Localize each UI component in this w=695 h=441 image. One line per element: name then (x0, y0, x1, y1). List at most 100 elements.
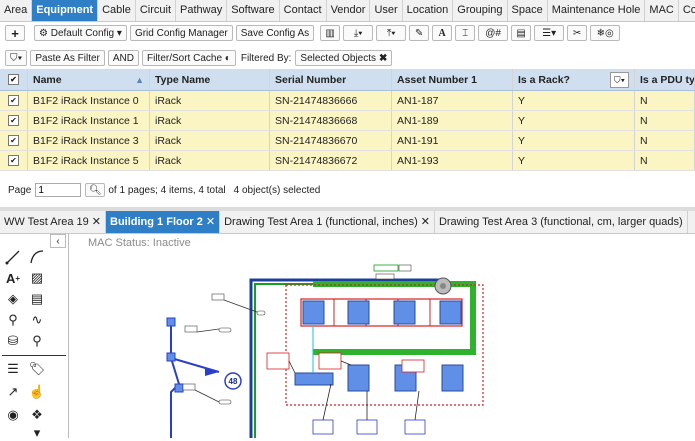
cell-type[interactable]: iRack (150, 151, 270, 170)
select-all-checkbox[interactable]: ✔ (8, 74, 19, 85)
tab-drawing-test-area-1[interactable]: Drawing Test Area 1 (functional, inches)… (220, 211, 435, 233)
list-icon[interactable]: ☰▾ (534, 25, 565, 41)
add-rack-icon[interactable]: ▤ (28, 290, 46, 308)
nav-tab-contract[interactable]: Contr (679, 0, 695, 21)
cell-serial[interactable]: SN-21474836668 (270, 111, 392, 130)
table-row[interactable]: ✔ B1F2 iRack Instance 5 iRack SN-2147483… (0, 151, 695, 171)
column-filter-icon[interactable]: ⛉▾ (609, 72, 629, 88)
cell-serial[interactable]: SN-21474836672 (270, 151, 392, 170)
cell-is-rack[interactable]: Y (513, 131, 635, 150)
paste-as-filter-button[interactable]: Paste As Filter (30, 50, 105, 66)
tab-ww-test-area-19[interactable]: WW Test Area 19 ✕ (0, 211, 106, 233)
row-checkbox[interactable]: ✔ (8, 135, 19, 146)
text-icon[interactable]: ⌶ (455, 25, 476, 41)
nav-tab-space[interactable]: Space (508, 0, 548, 21)
group-objects-icon[interactable]: ❖ (28, 406, 46, 424)
column-header-is-pdu[interactable]: Is a PDU type (635, 69, 695, 90)
column-header-serial-number[interactable]: Serial Number (270, 69, 392, 90)
add-shape-icon[interactable]: ◈ (4, 290, 22, 308)
cell-is-pdu[interactable]: N (635, 131, 695, 150)
nav-tab-maintenance-hole[interactable]: Maintenance Hole (548, 0, 646, 21)
select-all-cell[interactable]: ✔ (0, 69, 28, 90)
cell-asset[interactable]: AN1-193 (392, 151, 513, 170)
floor-plan-drawing[interactable]: 48 (69, 234, 695, 438)
nav-tab-grouping[interactable]: Grouping (453, 0, 508, 21)
cell-serial[interactable]: SN-21474836666 (270, 91, 392, 110)
column-header-is-rack[interactable]: Is a Rack? ⛉▾ (513, 69, 635, 90)
cell-asset[interactable]: AN1-189 (392, 111, 513, 130)
add-image-icon[interactable]: ▨ (28, 269, 46, 287)
settings-toggle-icon[interactable]: ❄◎ (590, 25, 621, 41)
font-icon[interactable]: A (432, 25, 453, 41)
nav-tab-pathway[interactable]: Pathway (176, 0, 228, 21)
nav-tab-location[interactable]: Location (403, 0, 454, 21)
add-button[interactable]: + (5, 25, 25, 41)
edit-icon[interactable]: ✎ (409, 25, 430, 41)
row-select-cell[interactable]: ✔ (0, 131, 28, 150)
column-header-asset-number[interactable]: Asset Number 1 (392, 69, 513, 90)
cell-type[interactable]: iRack (150, 91, 270, 110)
close-tab-icon[interactable]: ✕ (421, 216, 430, 228)
nav-tab-software[interactable]: Software (227, 0, 280, 21)
arc-tool-icon[interactable] (28, 248, 46, 266)
cell-type[interactable]: iRack (150, 131, 270, 150)
filter-menu-button[interactable]: ⛉▾ (5, 50, 28, 66)
bar-chart-icon[interactable]: ▥ (320, 25, 341, 41)
nav-tab-mac[interactable]: MAC (645, 0, 679, 21)
sort-asc-icon[interactable]: ▲ (135, 69, 144, 90)
search-icon[interactable]: 🔍︎ (85, 183, 106, 197)
connector-icon[interactable]: ⚲ (4, 311, 22, 329)
tab-drawing-test-area-3[interactable]: Drawing Test Area 3 (functional, cm, lar… (435, 211, 688, 233)
upload-icon[interactable]: ⤒▾ (376, 25, 407, 41)
filter-sort-cache-toggle[interactable]: Filter/Sort Cache ◐ (141, 50, 236, 66)
location-pin-icon[interactable]: ⚲ (28, 332, 46, 350)
collapse-palette-icon[interactable]: ‹ (50, 234, 66, 248)
cell-is-pdu[interactable]: N (635, 151, 695, 170)
nav-tab-vendor[interactable]: Vendor (327, 0, 371, 21)
nav-tab-contact[interactable]: Contact (280, 0, 327, 21)
cell-is-pdu[interactable]: N (635, 111, 695, 130)
trend-icon[interactable]: ↗ (4, 383, 22, 401)
save-config-as-button[interactable]: Save Config As (235, 25, 315, 41)
close-icon[interactable]: ✖ (379, 53, 387, 64)
nav-tab-area[interactable]: Area (0, 0, 33, 21)
cell-name[interactable]: B1F2 iRack Instance 1 (28, 111, 150, 130)
nav-tab-cable[interactable]: Cable (98, 0, 136, 21)
row-select-cell[interactable]: ✔ (0, 111, 28, 130)
visibility-eye-icon[interactable]: ◉ (4, 406, 22, 424)
hash-icon[interactable]: @# (478, 25, 509, 41)
tag-icon[interactable]: 🏷︎ (28, 360, 46, 378)
grid-config-manager-button[interactable]: Grid Config Manager (129, 25, 233, 41)
nav-tab-equipment[interactable]: Equipment (32, 0, 99, 21)
cell-is-pdu[interactable]: N (635, 91, 695, 110)
table-row[interactable]: ✔ B1F2 iRack Instance 0 iRack SN-2147483… (0, 91, 695, 111)
nav-tab-circuit[interactable]: Circuit (136, 0, 177, 21)
cell-asset[interactable]: AN1-187 (392, 91, 513, 110)
layers-icon[interactable]: ☰ (4, 360, 22, 378)
drawing-canvas[interactable]: MAC Status: Inactive 48 (69, 234, 695, 438)
database-icon[interactable]: ⛁ (4, 332, 22, 350)
cell-name[interactable]: B1F2 iRack Instance 0 (28, 91, 150, 110)
nav-tab-user[interactable]: User (370, 0, 403, 21)
row-select-cell[interactable]: ✔ (0, 91, 28, 110)
table-row[interactable]: ✔ B1F2 iRack Instance 3 iRack SN-2147483… (0, 131, 695, 151)
default-config-dropdown[interactable]: ⚙ Default Config ▾ (34, 25, 127, 41)
more-tools-icon[interactable]: ▾ (28, 425, 46, 440)
row-select-cell[interactable]: ✔ (0, 151, 28, 170)
download-icon[interactable]: ⤓▾ (343, 25, 374, 41)
page-number-input[interactable] (35, 183, 82, 197)
close-tab-icon[interactable]: ✕ (206, 216, 215, 228)
close-tab-icon[interactable]: ✕ (92, 216, 101, 228)
cell-is-rack[interactable]: Y (513, 151, 635, 170)
cell-is-rack[interactable]: Y (513, 111, 635, 130)
row-checkbox[interactable]: ✔ (8, 95, 19, 106)
cell-name[interactable]: B1F2 iRack Instance 3 (28, 131, 150, 150)
table-row[interactable]: ✔ B1F2 iRack Instance 1 iRack SN-2147483… (0, 111, 695, 131)
cable-route-icon[interactable]: ∿ (28, 311, 46, 329)
and-button[interactable]: AND (107, 50, 139, 66)
columns-icon[interactable]: ▤ (511, 25, 532, 41)
row-checkbox[interactable]: ✔ (8, 155, 19, 166)
row-checkbox[interactable]: ✔ (8, 115, 19, 126)
cell-asset[interactable]: AN1-191 (392, 131, 513, 150)
line-tool-icon[interactable] (4, 248, 22, 266)
